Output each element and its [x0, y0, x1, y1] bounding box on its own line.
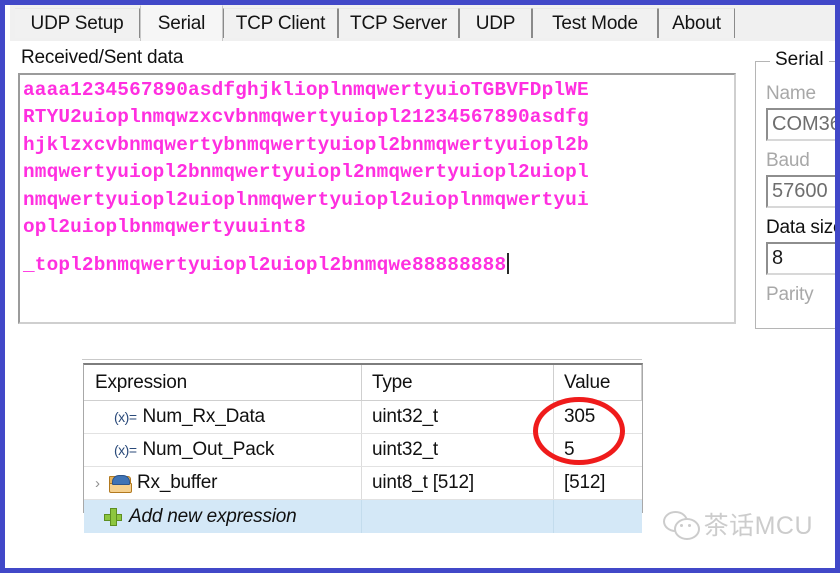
text-caret — [507, 253, 510, 275]
port-name-input[interactable]: COM36 — [766, 108, 835, 141]
value-cell: 5 — [564, 439, 575, 460]
tab-about[interactable]: About — [658, 8, 735, 38]
parity-label: Parity — [766, 284, 814, 305]
data-line: RTYU2uioplnmqwzxcvbnmqwertyuiopl21234567… — [23, 106, 589, 129]
expression-name: Num_Rx_Data — [142, 406, 266, 427]
data-line-text: _topl2bnmqwertyuiopl2uiopl2bnmqwe8888888… — [23, 254, 507, 277]
tab-bar: UDP Setup Serial TCP Client TCP Server U… — [10, 5, 835, 41]
data-line: nmqwertyuiopl2uioplnmqwertyuiopl2uioplnm… — [23, 188, 589, 211]
plus-icon — [104, 507, 122, 526]
array-folder-icon — [109, 474, 132, 493]
tab-label: Serial — [157, 12, 206, 34]
watermark: 茶话MCU — [662, 506, 813, 542]
tab-label: About — [672, 12, 721, 34]
tab-tcp-client[interactable]: TCP Client — [223, 8, 338, 38]
expression-cell: (x)= Num_Out_Pack — [84, 434, 362, 466]
column-header-value: Value — [554, 365, 642, 400]
table-row[interactable]: (x)= Num_Out_Pack uint32_t 5 — [84, 434, 642, 467]
column-header-expression: Expression — [84, 365, 362, 400]
add-type-cell — [362, 500, 554, 533]
data-line: aaaa1234567890asdfghjklioplnmqwertyuioTG… — [23, 79, 589, 101]
table-row[interactable]: › Rx_buffer uint8_t [512] [512] — [84, 467, 642, 500]
tab-label: TCP Client — [235, 12, 326, 34]
type-cell: uint8_t [512] — [362, 467, 554, 499]
add-expression-cell: Add new expression — [84, 500, 362, 533]
value-cell: [512] — [564, 472, 606, 493]
tab-udp[interactable]: UDP — [459, 8, 532, 38]
column-header-type: Type — [362, 365, 554, 400]
type-cell: uint32_t — [362, 434, 554, 466]
variable-icon: (x)= — [114, 409, 137, 425]
data-line: nmqwertyuiopl2bnmqwertyuiopl2nmqwertyuio… — [23, 161, 589, 184]
application-window: UDP Setup Serial TCP Client TCP Server U… — [0, 0, 840, 573]
watermark-text: 茶话MCU — [703, 512, 813, 540]
expression-cell: › Rx_buffer — [84, 467, 362, 499]
data-line-with-caret: _topl2bnmqwertyuiopl2uiopl2bnmqwe8888888… — [23, 252, 734, 279]
wechat-bubble-icon — [662, 511, 700, 540]
chevron-right-icon[interactable]: › — [95, 475, 108, 492]
expressions-watch-table: Expression Type Value (x)= Num_Rx_Data u… — [82, 359, 643, 533]
add-value-cell — [554, 500, 642, 533]
type-cell: uint32_t — [362, 401, 554, 433]
tab-label: UDP — [475, 12, 516, 34]
add-new-expression-label: Add new expression — [129, 505, 297, 527]
expression-cell: (x)= Num_Rx_Data — [84, 401, 362, 433]
panel-divider — [10, 329, 740, 330]
baud-label: Baud — [766, 150, 810, 171]
serial-group-title: Serial — [770, 49, 829, 71]
tab-label: TCP Server — [350, 12, 447, 34]
received-sent-data-label: Received/Sent data — [21, 47, 184, 68]
tab-serial[interactable]: Serial — [140, 5, 223, 41]
table-header-row: Expression Type Value — [84, 365, 642, 401]
tab-tcp-server[interactable]: TCP Server — [338, 8, 459, 38]
tab-label: UDP Setup — [30, 12, 124, 34]
tab-label: Test Mode — [552, 12, 638, 34]
port-name-label: Name — [766, 83, 816, 104]
received-sent-data-textarea[interactable]: aaaa1234567890asdfghjklioplnmqwertyuioTG… — [18, 73, 736, 324]
expression-name: Num_Out_Pack — [142, 439, 275, 460]
baud-input[interactable]: 57600 — [766, 175, 835, 208]
variable-icon: (x)= — [114, 442, 137, 458]
tab-udp-setup[interactable]: UDP Setup — [15, 8, 140, 38]
value-cell: 305 — [564, 406, 596, 427]
data-size-input[interactable]: 8 — [766, 242, 835, 275]
data-size-label: Data size — [766, 217, 840, 238]
data-line: hjklzxcvbnmqwertybnmqwertyuiopl2bnmqwert… — [23, 133, 589, 156]
expression-name: Rx_buffer — [137, 472, 218, 493]
table-row[interactable]: (x)= Num_Rx_Data uint32_t 305 — [84, 401, 642, 434]
tab-test-mode[interactable]: Test Mode — [532, 8, 658, 38]
data-line: opl2uioplbnmqwertyuuint8 — [23, 216, 306, 239]
add-new-expression-row[interactable]: Add new expression — [84, 500, 642, 533]
serial-settings-group: Serial Name COM36 Baud 57600 Data size 8… — [755, 49, 840, 329]
table-top-rule — [82, 359, 642, 360]
